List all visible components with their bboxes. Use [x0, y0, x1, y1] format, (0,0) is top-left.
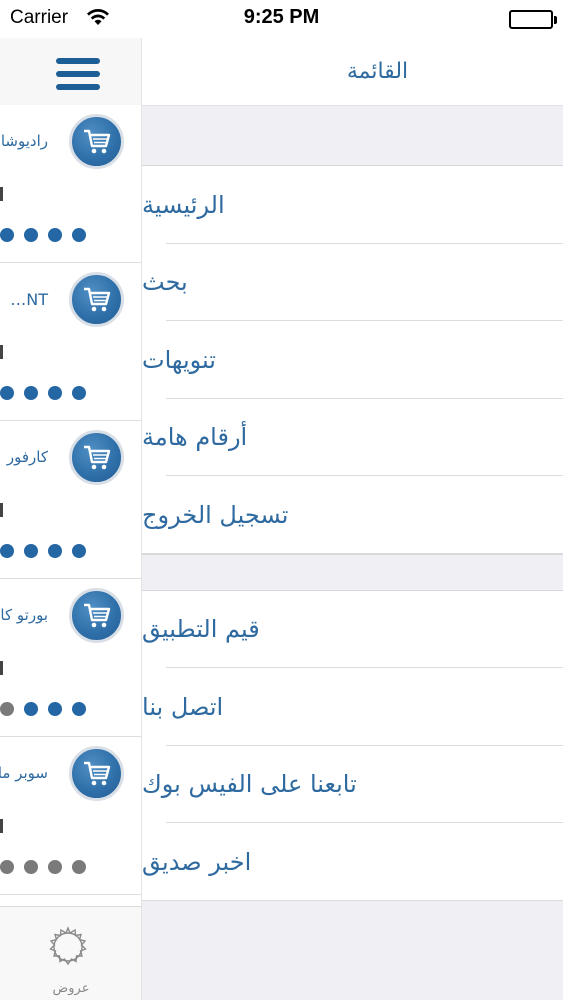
shopping-cart-icon	[69, 114, 124, 169]
offers-list: راديوشاك …NT كارفور بورتو كافيه	[0, 105, 141, 895]
store-name: سوبر ماركت	[0, 764, 48, 782]
shopping-cart-icon	[69, 272, 124, 327]
menu-item-tell-friend[interactable]: اخبر صديق	[142, 823, 563, 901]
list-item[interactable]: راديوشاك	[0, 105, 141, 263]
offers-gear-icon[interactable]	[46, 925, 90, 969]
menu-item-home[interactable]: الرئيسية	[142, 166, 563, 244]
menu-title: القائمة	[142, 38, 563, 105]
rating-dots	[0, 860, 86, 874]
divider-mark	[0, 661, 3, 675]
menu-spacer	[142, 105, 563, 166]
hamburger-menu-icon[interactable]	[56, 58, 100, 92]
offers-panel: راديوشاك …NT كارفور بورتو كافيه	[0, 38, 142, 1000]
rating-dots	[0, 228, 86, 242]
menu-item-follow-facebook[interactable]: تابعنا على الفيس بوك	[142, 746, 563, 824]
list-item[interactable]: بورتو كافيه	[0, 579, 141, 737]
menu-item-contact-us[interactable]: اتصل بنا	[142, 668, 563, 746]
store-name: …NT	[10, 290, 48, 309]
menu-spacer	[142, 553, 563, 591]
rating-dots	[0, 702, 86, 716]
divider-mark	[0, 345, 3, 359]
list-item[interactable]: …NT	[0, 263, 141, 421]
store-name: بورتو كافيه	[0, 606, 48, 624]
side-menu: القائمة الرئيسية بحث تنويهات أرقام هامة …	[142, 38, 563, 1000]
status-time: 9:25 PM	[243, 6, 320, 28]
menu-group-main: الرئيسية بحث تنويهات أرقام هامة تسجيل ال…	[142, 166, 563, 554]
shopping-cart-icon	[69, 430, 124, 485]
rating-dots	[0, 386, 86, 400]
menu-group-secondary: قيم التطبيق اتصل بنا تابعنا على الفيس بو…	[142, 590, 563, 901]
divider-mark	[0, 819, 3, 833]
battery-icon	[509, 10, 557, 29]
offers-header	[0, 38, 141, 105]
menu-item-logout[interactable]: تسجيل الخروج	[142, 476, 563, 554]
shopping-cart-icon	[69, 746, 124, 801]
store-name: راديوشاك	[0, 132, 48, 150]
menu-item-important-numbers[interactable]: أرقام هامة	[142, 399, 563, 477]
tab-label-offers[interactable]: عروض	[0, 981, 141, 996]
status-bar: Carrier 9:25 PM	[0, 0, 563, 38]
divider-mark	[0, 503, 3, 517]
rating-dots	[0, 544, 86, 558]
tab-bar: عروض	[0, 906, 141, 1000]
menu-item-search[interactable]: بحث	[142, 244, 563, 322]
divider-mark	[0, 187, 3, 201]
menu-item-rate-app[interactable]: قيم التطبيق	[142, 591, 563, 669]
menu-item-notices[interactable]: تنويهات	[142, 321, 563, 399]
shopping-cart-icon	[69, 588, 124, 643]
store-name: كارفور	[6, 448, 48, 466]
list-item[interactable]: سوبر ماركت	[0, 737, 141, 895]
list-item[interactable]: كارفور	[0, 421, 141, 579]
